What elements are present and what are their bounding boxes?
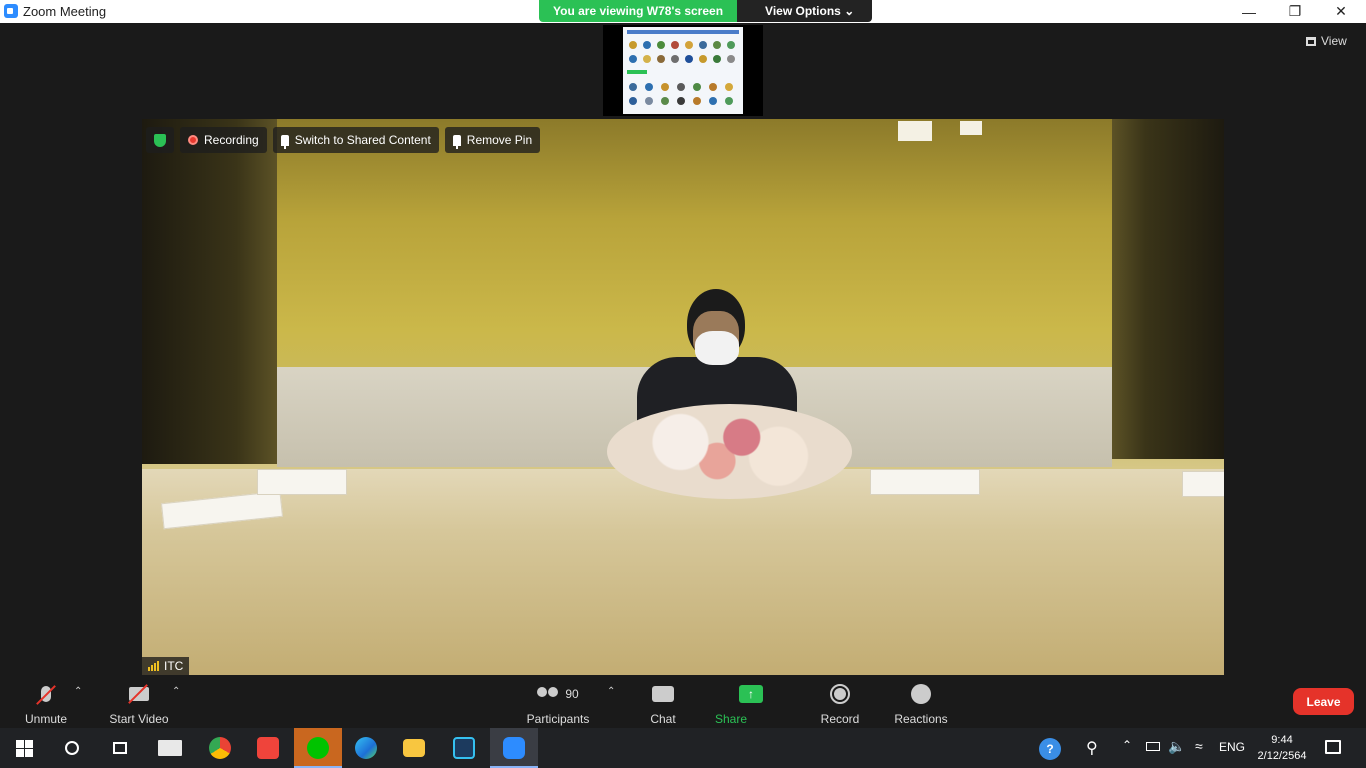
close-button[interactable]: ✕ [1318,0,1364,23]
viewing-screen-label: You are viewing W78's screen [539,0,738,22]
taskbar-edge-app[interactable] [342,728,390,768]
line-icon [307,737,329,759]
people-icon[interactable]: ⚲ [1086,738,1098,758]
audio-options-caret-icon[interactable]: ⌃ [74,686,82,697]
participants-icon [537,687,559,701]
windows-taskbar: ? ⚲ ⌃ 🔈 ≈ ENG [0,728,1366,768]
show-hidden-icons-chevron-icon[interactable]: ⌃ [1122,738,1132,752]
zoom-app-icon [4,4,18,18]
participants-button[interactable]: 90 Participants [526,682,590,726]
chevron-down-icon: ⌄ [844,4,855,18]
restore-button[interactable]: ❐ [1272,0,1318,23]
minimize-button[interactable]: — [1226,0,1272,23]
folder-icon [403,739,425,757]
pin-icon [452,134,461,149]
taskbar-webex-app[interactable] [440,728,488,768]
unmute-label: Unmute [24,712,68,726]
active-speaker-video [142,119,1224,675]
anydesk-icon [257,737,279,759]
video-overlay-toolbar: Recording Switch to Shared Content Remov… [146,127,541,153]
volume-icon[interactable]: 🔈 [1168,738,1185,755]
view-options-button[interactable]: View Options ⌄ [737,0,873,22]
webex-icon [453,737,475,759]
task-view-icon [113,742,127,754]
network-icon[interactable]: ≈ [1195,738,1203,754]
chat-label: Chat [650,712,676,726]
switch-label: Switch to Shared Content [294,133,431,147]
windows-logo-icon [15,739,33,757]
notifications-icon[interactable] [1325,740,1341,754]
reaction-smiley-icon [911,684,931,704]
shared-slide-image [623,27,743,114]
participants-options-caret-icon[interactable]: ⌃ [607,686,615,697]
taskbar-line-app[interactable] [294,728,342,768]
unmute-button[interactable]: Unmute [22,682,70,726]
shield-icon [154,133,166,147]
search-icon [65,741,79,755]
clock-date: 2/12/2564 [1257,750,1307,762]
gallery-view-icon [1306,36,1316,46]
battery-icon[interactable] [1146,742,1160,751]
security-badge[interactable] [146,127,174,153]
chat-button[interactable]: Chat [648,682,678,726]
start-button[interactable] [0,728,48,768]
participant-name-tag: ITC [142,657,190,675]
help-icon[interactable]: ? [1039,738,1061,760]
view-label: View [1321,34,1347,48]
taskbar-mail-app[interactable] [146,728,194,768]
record-button[interactable]: Record [820,682,860,726]
edge-icon [355,737,377,759]
shared-screen-thumbnail[interactable] [603,25,763,116]
microphone-muted-icon [36,685,56,705]
record-label: Record [820,712,860,726]
taskbar-file-explorer[interactable] [390,728,438,768]
screen-share-banner: You are viewing W78's screen View Option… [539,0,873,22]
pin-icon [280,134,289,149]
signal-strength-icon [148,661,159,671]
share-screen-arrow-icon: ↑ [739,685,763,703]
participant-name: ITC [164,659,184,673]
taskbar-zoom-app[interactable] [490,728,538,768]
start-video-label: Start Video [109,712,169,726]
flower-arrangement [607,404,852,499]
window-title: Zoom Meeting [23,4,107,19]
zoom-icon [503,737,525,759]
chat-bubble-icon [652,686,674,702]
remove-pin-button[interactable]: Remove Pin [444,127,541,153]
switch-to-shared-content-button[interactable]: Switch to Shared Content [272,127,439,153]
camera-off-icon [128,684,149,704]
participants-count: 90 [565,687,579,701]
record-icon [830,684,850,704]
mail-icon [158,740,182,756]
taskbar-clock[interactable]: 9:44 2/12/2564 [1254,732,1310,764]
participants-label: Participants [526,712,590,726]
task-view-button[interactable] [96,728,144,768]
taskbar-anydesk-app[interactable] [244,728,292,768]
input-language[interactable]: ENG [1219,740,1245,754]
meeting-controls-bar: Unmute ⌃ Start Video ⌃ 90 Participants ⌃… [0,676,1366,740]
recording-indicator[interactable]: Recording [180,127,267,153]
remove-pin-label: Remove Pin [466,133,533,147]
view-layout-button[interactable]: View [1306,34,1347,48]
leave-meeting-button[interactable]: Leave [1293,688,1354,715]
recording-label: Recording [204,133,259,147]
chrome-icon [209,737,231,759]
search-button[interactable] [48,728,96,768]
start-video-button[interactable]: Start Video [106,682,172,726]
taskbar-chrome-app[interactable] [196,728,244,768]
clock-time: 9:44 [1271,734,1293,746]
reactions-button[interactable]: Reactions [893,682,949,726]
recording-dot-icon [188,135,198,145]
view-options-label: View Options [765,4,841,18]
reactions-label: Reactions [894,712,948,726]
video-options-caret-icon[interactable]: ⌃ [172,686,180,697]
